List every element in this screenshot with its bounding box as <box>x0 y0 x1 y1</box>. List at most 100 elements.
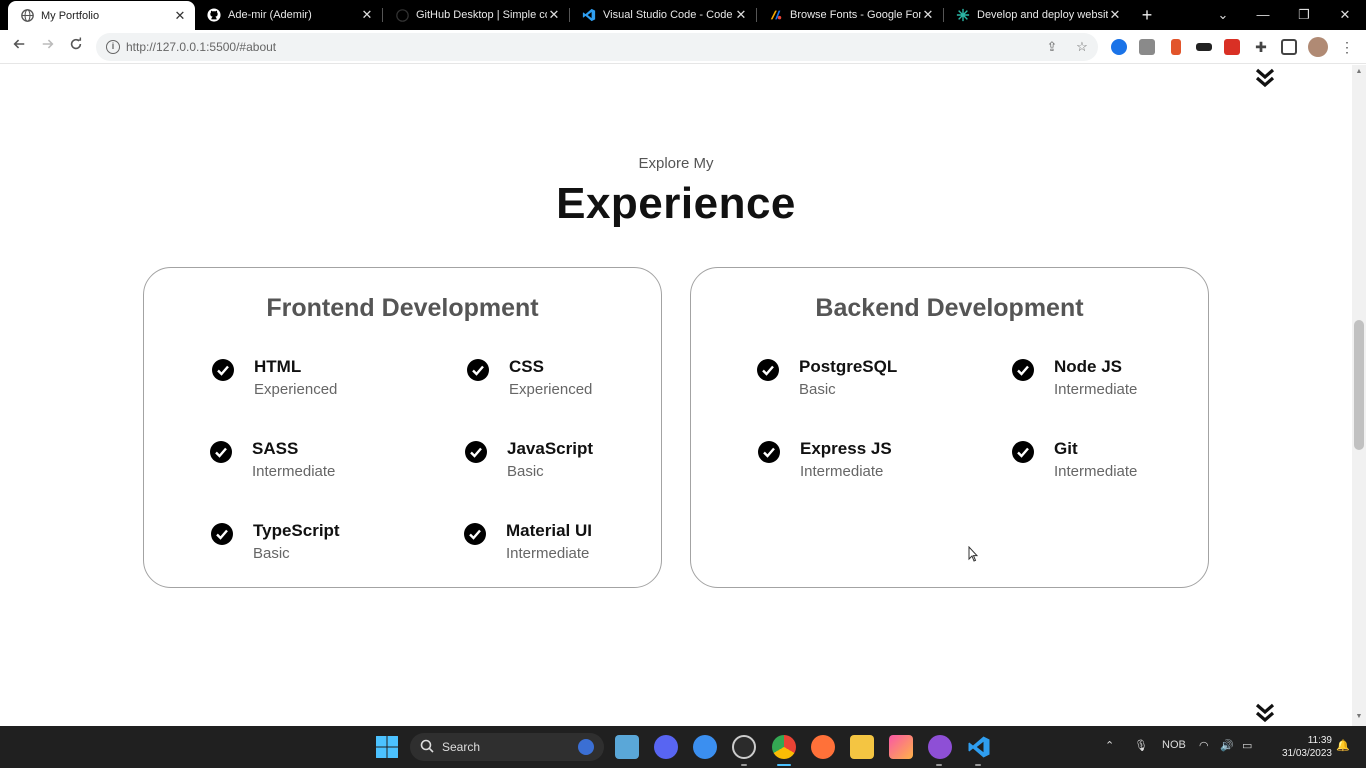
wifi-icon[interactable]: ◠ <box>1199 739 1209 752</box>
microphone-icon[interactable]: 🎙 <box>1134 739 1148 752</box>
discord-icon[interactable] <box>654 735 678 759</box>
skill-name: JavaScript <box>507 439 593 458</box>
tab-github-profile[interactable]: Ade-mir (Ademir) ✕ <box>195 0 382 30</box>
language-indicator[interactable]: NOB <box>1162 739 1186 751</box>
close-window-button[interactable]: ✕ <box>1325 0 1365 30</box>
skill-level: Intermediate <box>1054 463 1138 480</box>
running-indicator <box>741 764 747 766</box>
tab-deploy-websites[interactable]: Develop and deploy websit ✕ <box>944 0 1130 30</box>
tab-close-icon[interactable]: ✕ <box>921 7 935 23</box>
extension-megaphone-icon[interactable] <box>1224 39 1240 55</box>
tab-close-icon[interactable]: ✕ <box>173 8 187 24</box>
skill-name: CSS <box>509 357 544 376</box>
skill-level: Experienced <box>254 381 338 398</box>
url-text[interactable]: http://127.0.0.1:5500/#about <box>126 40 276 54</box>
reload-button[interactable] <box>65 36 87 58</box>
back-button[interactable] <box>8 36 30 58</box>
checkmark-icon <box>210 441 232 463</box>
checkmark-icon <box>1012 359 1034 381</box>
page-viewport: Explore My Experience Frontend Developme… <box>0 65 1352 726</box>
tab-title: Browse Fonts - Google Fon <box>790 9 921 21</box>
arrow-right-icon <box>42 39 54 49</box>
checkmark-icon <box>464 523 486 545</box>
skill-item: Node JS Intermediate <box>1012 357 1202 407</box>
google-fonts-icon <box>769 8 783 22</box>
running-indicator <box>975 764 981 766</box>
windows-start-icon[interactable] <box>375 735 399 759</box>
scrollbar-thumb[interactable] <box>1354 320 1364 450</box>
tab-google-fonts[interactable]: Browse Fonts - Google Fon ✕ <box>757 0 943 30</box>
tab-vscode[interactable]: Visual Studio Code - Code ✕ <box>570 0 756 30</box>
tab-title: Visual Studio Code - Code <box>603 9 733 21</box>
clock-time: 11:39 <box>1307 735 1332 746</box>
globe-icon <box>20 9 34 23</box>
skill-name: Express JS <box>800 439 892 458</box>
skill-level: Basic <box>507 463 544 480</box>
skill-item: TypeScript Basic <box>211 521 401 571</box>
card-title: Frontend Development <box>266 294 539 322</box>
scroll-up-arrow-icon[interactable]: ▲ <box>1355 68 1363 75</box>
scroll-down-arrow-icon[interactable]: ▼ <box>1355 713 1363 720</box>
vscode-taskbar-icon[interactable] <box>967 735 991 759</box>
new-tab-button[interactable]: + <box>1137 4 1157 26</box>
skill-name: HTML <box>254 357 302 376</box>
checkmark-icon <box>212 359 234 381</box>
github-icon <box>207 8 221 22</box>
address-bar[interactable]: i http://127.0.0.1:5500/#about ⇪ ☆ <box>96 33 1098 61</box>
double-chevron-down-icon[interactable] <box>1254 67 1276 89</box>
reload-icon <box>70 37 82 50</box>
battery-icon[interactable]: ▭ <box>1242 739 1252 752</box>
extension-orange-icon[interactable] <box>1171 39 1181 55</box>
tab-close-icon[interactable]: ✕ <box>360 7 374 23</box>
double-chevron-down-icon[interactable] <box>1254 702 1276 724</box>
obs-icon[interactable] <box>732 735 756 759</box>
extension-dark-icon[interactable] <box>1196 43 1212 51</box>
gallery-app-icon[interactable] <box>889 735 913 759</box>
checkmark-icon <box>1012 441 1034 463</box>
minimize-button[interactable]: — <box>1243 0 1283 30</box>
tab-my-portfolio[interactable]: My Portfolio ✕ <box>8 1 195 30</box>
browser-menu-icon[interactable]: ⋮ <box>1336 36 1358 58</box>
skill-item: JavaScript Basic <box>465 439 655 489</box>
tab-close-icon[interactable]: ✕ <box>734 7 748 23</box>
extension-grey-icon[interactable] <box>1139 39 1155 55</box>
notification-bell-icon[interactable]: 🔔 <box>1336 739 1350 752</box>
volume-icon[interactable]: 🔊 <box>1220 739 1234 752</box>
page-scrollbar[interactable]: ▲ ▼ <box>1352 65 1366 726</box>
forward-button[interactable] <box>37 36 59 58</box>
tab-title: Develop and deploy websit <box>977 9 1108 21</box>
tab-strip: My Portfolio ✕ Ade-mir (Ademir) ✕ GitHub… <box>0 0 1366 30</box>
share-icon[interactable]: ⇪ <box>1043 38 1061 56</box>
skill-item: SASS Intermediate <box>210 439 400 489</box>
tab-github-desktop[interactable]: GitHub Desktop | Simple co ✕ <box>383 0 569 30</box>
skill-item: Git Intermediate <box>1012 439 1202 489</box>
skill-level: Intermediate <box>1054 381 1138 398</box>
system-clock[interactable]: 11:39 31/03/2023 <box>1266 734 1332 760</box>
messenger-icon[interactable] <box>693 735 717 759</box>
restore-button[interactable]: ❐ <box>1284 0 1324 30</box>
tray-overflow-chevron-icon[interactable]: ⌃ <box>1105 739 1114 752</box>
side-panel-icon[interactable] <box>1281 39 1297 55</box>
browser-toolbar: i http://127.0.0.1:5500/#about ⇪ ☆ ✚ ⋮ <box>0 30 1366 64</box>
taskbar-search-box[interactable]: Search <box>410 733 604 761</box>
skill-name: SASS <box>252 439 299 458</box>
search-label: Search <box>442 740 481 754</box>
checkmark-icon <box>757 359 779 381</box>
site-info-icon[interactable]: i <box>106 40 120 54</box>
extension-blue-icon[interactable] <box>1111 39 1127 55</box>
tab-search-chevron-icon[interactable]: ⌄ <box>1203 0 1243 30</box>
skill-level: Basic <box>799 381 836 398</box>
github-desktop-taskbar-icon[interactable] <box>928 735 952 759</box>
puzzle-icon[interactable]: ✚ <box>1253 39 1269 55</box>
file-explorer-icon[interactable] <box>850 735 874 759</box>
skill-level: Basic <box>253 545 290 562</box>
avatar[interactable] <box>1308 37 1328 57</box>
tab-close-icon[interactable]: ✕ <box>547 7 561 23</box>
tab-title: Ade-mir (Ademir) <box>228 9 312 21</box>
firefox-icon[interactable] <box>811 735 835 759</box>
bookmark-star-icon[interactable]: ☆ <box>1073 38 1091 56</box>
tab-close-icon[interactable]: ✕ <box>1108 7 1122 23</box>
photos-app-icon[interactable] <box>615 735 639 759</box>
chrome-icon[interactable] <box>772 735 796 759</box>
section-title: Experience <box>556 179 796 228</box>
